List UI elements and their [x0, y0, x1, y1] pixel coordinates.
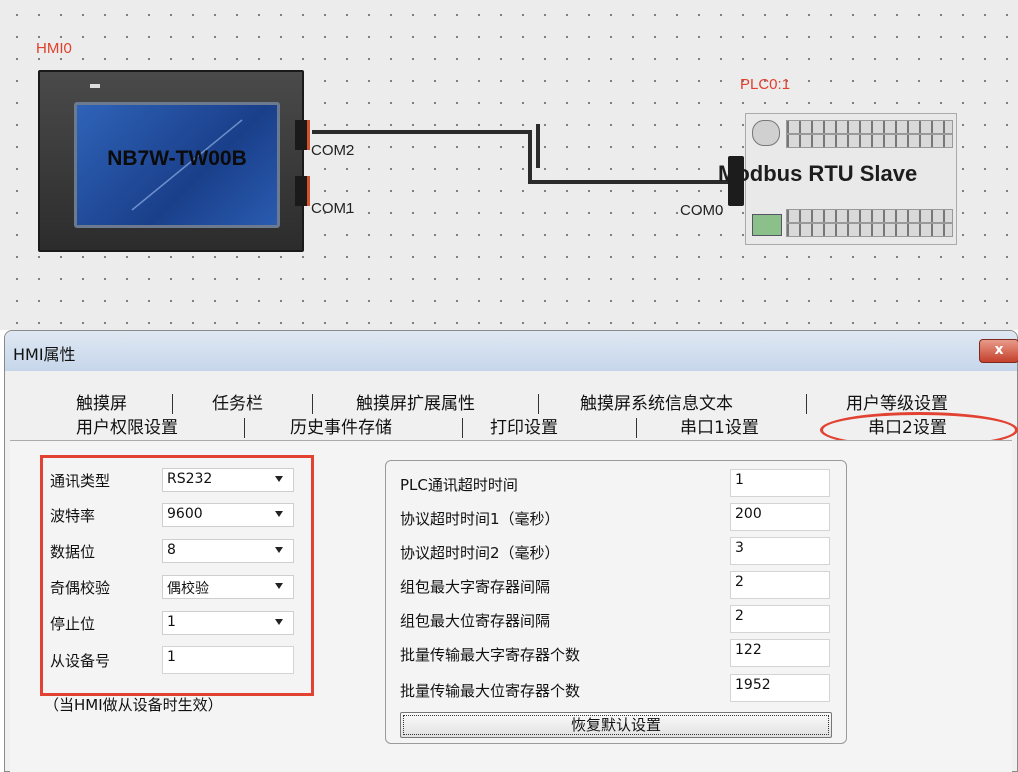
param-label: 协议超时时间2（毫秒） [400, 544, 560, 562]
param-label: PLC通讯超时时间 [400, 476, 518, 494]
param-value: 3 [735, 540, 744, 556]
param-label: 组包最大字寄存器间隔 [400, 578, 551, 596]
dialog-titlebar[interactable]: HMI属性 x [5, 331, 1018, 371]
tab-separator [636, 418, 637, 438]
tab-print-settings[interactable]: 打印设置 [490, 416, 558, 440]
plc-protocol-name: Modbus RTU Slave [718, 161, 918, 186]
plc-label: PLC0:1 [740, 76, 791, 93]
param-value: 122 [735, 642, 762, 658]
serial-settings-highlight [40, 455, 314, 696]
tab-touchscreen[interactable]: 触摸屏 [76, 392, 127, 416]
tab-taskbar[interactable]: 任务栏 [212, 392, 263, 416]
close-button[interactable]: x [979, 339, 1018, 363]
tab-history-events[interactable]: 历史事件存储 [290, 416, 392, 440]
close-icon: x [994, 342, 1004, 358]
param-value: 1952 [735, 677, 771, 693]
param-label: 批量传输最大位寄存器个数 [400, 682, 581, 700]
param-value: 200 [735, 506, 762, 522]
tab-extended-properties[interactable]: 触摸屏扩展属性 [356, 392, 475, 416]
tab-serial1[interactable]: 串口1设置 [680, 416, 759, 440]
param-input[interactable]: 122 [730, 639, 830, 667]
plc-terminals-bottom [786, 209, 953, 223]
plc-device[interactable]: Modbus RTU Slave [718, 113, 957, 245]
slave-mode-note: （当HMI做从设备时生效） [44, 696, 223, 714]
param-value: 1 [735, 472, 744, 488]
tab-user-permissions[interactable]: 用户权限设置 [76, 416, 178, 440]
dialog-title: HMI属性 [13, 345, 76, 364]
tab-separator [806, 394, 807, 414]
plc-connector-icon [752, 120, 780, 146]
plc-port-com0-label: COM0 [680, 202, 724, 219]
param-input[interactable]: 2 [730, 571, 830, 599]
tab-separator [312, 394, 313, 414]
param-input[interactable]: 200 [730, 503, 830, 531]
tab-system-info-text[interactable]: 触摸屏系统信息文本 [580, 392, 733, 416]
param-label: 协议超时时间1（毫秒） [400, 510, 560, 528]
plc-terminals-top [786, 120, 953, 134]
tab-separator [244, 418, 245, 438]
plc-terminals-bottom-2 [786, 223, 953, 237]
plc-terminals-top-2 [786, 134, 953, 148]
param-input[interactable]: 2 [730, 605, 830, 633]
plc-com0-port[interactable] [728, 156, 744, 206]
param-value: 2 [735, 608, 744, 624]
param-input[interactable]: 1 [730, 469, 830, 497]
param-label: 组包最大位寄存器间隔 [400, 612, 551, 630]
param-input[interactable]: 3 [730, 537, 830, 565]
tab-separator [538, 394, 539, 414]
param-input[interactable]: 1952 [730, 674, 830, 702]
tab-separator [172, 394, 173, 414]
tab-separator [462, 418, 463, 438]
reset-defaults-label: 恢复默认设置 [403, 715, 829, 735]
reset-defaults-button[interactable]: 恢复默认设置 [400, 712, 832, 738]
topology-canvas[interactable]: HMI0 NB7W-TW00B COM2 COM1 PLC0:1 Modbus … [0, 0, 1018, 330]
param-label: 批量传输最大字寄存器个数 [400, 646, 581, 664]
plc-port-block-icon [752, 214, 782, 236]
param-value: 2 [735, 574, 744, 590]
